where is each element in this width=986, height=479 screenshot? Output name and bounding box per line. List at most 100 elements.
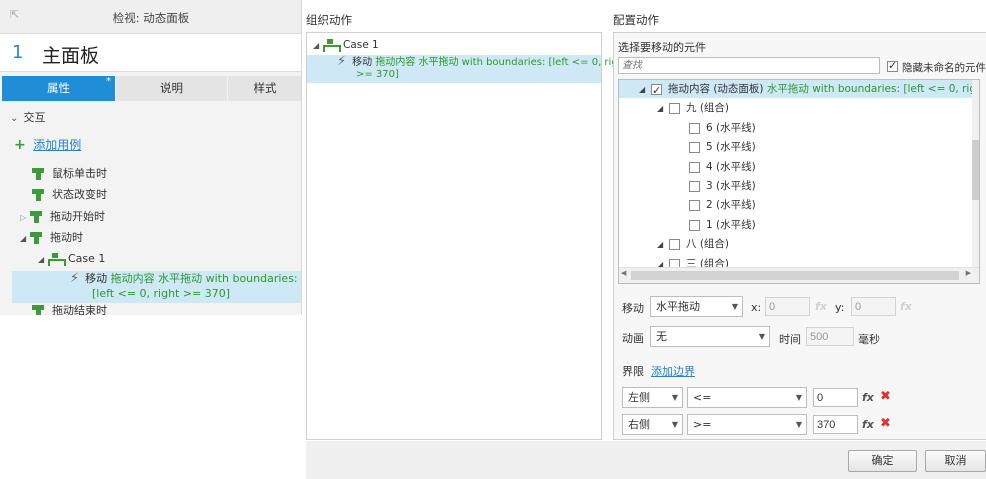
tree-item[interactable]: ◢ 八 (组合) [657,235,729,253]
x-label: x: [751,301,762,314]
vertical-scrollbar[interactable] [972,80,979,268]
event-label: 拖动时 [50,231,83,244]
tree-item[interactable]: 3 (水平线) [689,177,756,195]
organize-actions-panel: ◢ Case 1 ⚡ 移动 拖动内容 水平拖动 with boundaries: [… [306,32,628,440]
tree-item[interactable]: 2 (水平线) [689,196,756,214]
collapse-arrow-icon[interactable]: ◢ [639,81,651,99]
bound-op-dropdown-left[interactable]: <= ▼ [687,387,807,408]
event-icon [32,189,46,201]
tree-item-checkbox[interactable] [689,141,700,153]
tab-modified-marker: * [106,76,111,87]
panel-name[interactable]: 主面板 [42,41,99,68]
move-label: 移动 [622,302,644,315]
vertical-scroll-thumb[interactable] [972,140,979,200]
case-icon [323,39,341,52]
add-bound-link[interactable]: 添加边界 [651,363,695,379]
tree-item-checkbox[interactable] [669,238,680,250]
panel-header: 1 主面板 [0,34,301,72]
interactions-section[interactable]: ⌄ 交互 [10,109,46,127]
event-item-state-change[interactable]: 状态改变时 [32,186,107,204]
case-item[interactable]: ◢ Case 1 [313,36,379,54]
y-input[interactable] [851,297,896,316]
bound-op-value: <= [693,391,712,404]
case-icon [48,253,66,266]
collapse-arrow-icon[interactable]: ◢ [313,37,323,55]
bound-fx-button-right[interactable]: fx [862,418,874,431]
bound-side-dropdown-right[interactable]: 右侧 ▼ [622,414,683,435]
action-item-selected[interactable]: ⚡ 移动 拖动内容 水平拖动 with boundaries: [left <= … [12,271,301,303]
bound-side-dropdown-left[interactable]: 左侧 ▼ [622,387,683,408]
tab-properties[interactable]: 属性 * [2,76,115,101]
scroll-right-icon[interactable]: ▶ [966,269,971,277]
event-item-drag[interactable]: ◢ 拖动时 [20,229,83,247]
tab-notes[interactable]: 说明 [116,76,227,101]
action-detail-line2: [left <= 0, right >= 370] [92,287,231,300]
animation-dropdown[interactable]: 无 ▼ [650,326,770,347]
bound-value-input-right[interactable] [813,415,858,434]
case-label: Case 1 [68,252,106,265]
ok-button[interactable]: 确定 [848,450,917,472]
dropdown-arrow-icon: ▼ [758,332,765,341]
collapse-arrow-icon[interactable]: ◢ [657,236,669,254]
tree-item[interactable]: 4 (水平线) [689,158,756,176]
horizontal-scrollbar[interactable]: ◀ ▶ [619,267,979,283]
cancel-button[interactable]: 取消 [925,450,986,472]
collapse-arrow-icon[interactable]: ◢ [38,251,48,269]
move-type-dropdown[interactable]: 水平拖动 ▼ [650,296,743,317]
tree-item-checkbox[interactable] [651,82,662,100]
bound-op-dropdown-right[interactable]: >= ▼ [687,414,807,435]
action-detail: 拖动内容 水平拖动 with boundaries: [left <= 0, r… [375,57,628,68]
tree-item-checkbox[interactable] [669,102,680,114]
time-unit: 毫秒 [858,333,880,346]
time-input[interactable] [806,327,854,346]
action-detail-line2: >= 370] [356,69,399,80]
event-item-drag-start[interactable]: ▷ 拖动开始时 [20,208,105,226]
case-label: Case 1 [343,39,379,51]
tree-item[interactable]: ◢ 拖动内容 (动态面板) 水平拖动 with boundaries: [left… [619,80,979,100]
tree-item-checkbox[interactable] [689,219,700,231]
event-item-click[interactable]: 鼠标单击时 [32,165,107,183]
x-fx-button[interactable]: fx [815,300,827,313]
bound-fx-button-left[interactable]: fx [862,391,874,404]
event-icon [32,168,46,180]
tree-item-name: 拖动内容 (动态面板) [668,83,764,95]
horizontal-scroll-thumb[interactable] [631,271,959,280]
tree-item-checkbox[interactable] [689,161,700,173]
plus-icon: + [14,137,26,153]
add-case-label[interactable]: 添加用例 [33,138,81,152]
tree-item-name: 2 (水平线) [706,199,756,211]
tree-item[interactable]: 1 (水平线) [689,216,756,234]
collapse-arrow-icon[interactable]: ◢ [657,100,669,118]
tree-item-checkbox[interactable] [689,180,700,192]
y-fx-button[interactable]: fx [900,300,912,313]
action-verb: 移动 [352,57,373,68]
x-input[interactable] [765,297,810,316]
tree-item-checkbox[interactable] [689,199,700,211]
chevron-down-icon[interactable]: ⌄ [10,110,20,128]
tree-item[interactable]: 6 (水平线) [689,119,756,137]
tree-item[interactable]: 5 (水平线) [689,138,756,156]
hide-unnamed-checkbox[interactable] [887,59,898,72]
dropdown-arrow-icon: ▼ [731,302,738,311]
expand-arrow-icon[interactable]: ▷ [20,209,30,227]
add-case-link[interactable]: + 添加用例 [14,136,81,154]
action-item-selected[interactable]: ⚡ 移动 拖动内容 水平拖动 with boundaries: [left <= … [307,55,628,83]
tab-style[interactable]: 样式 [228,76,301,101]
bound-value-input-left[interactable] [813,388,858,407]
delete-bound-icon[interactable]: ✖ [880,416,891,431]
delete-bound-icon[interactable]: ✖ [880,389,891,404]
event-label: 拖动结束时 [52,304,107,315]
hide-unnamed-label: 隐藏未命名的元件 [902,62,986,74]
event-item-drag-end[interactable]: 拖动结束时 [32,302,107,315]
dropdown-arrow-icon: ▼ [795,420,802,429]
event-label: 状态改变时 [52,188,107,201]
tree-item-extra: 水平拖动 with boundaries: [left <= 0, right … [766,83,979,95]
tree-item-name: 5 (水平线) [706,141,756,153]
collapse-arrow-icon[interactable]: ◢ [20,230,30,248]
search-input[interactable] [618,57,880,74]
scroll-left-icon[interactable]: ◀ [621,269,626,277]
tree-item-checkbox[interactable] [689,122,700,134]
tree-item[interactable]: ◢ 九 (组合) [657,99,729,117]
tree-item-name: 1 (水平线) [706,219,756,231]
case-item[interactable]: ◢ Case 1 [38,250,105,268]
